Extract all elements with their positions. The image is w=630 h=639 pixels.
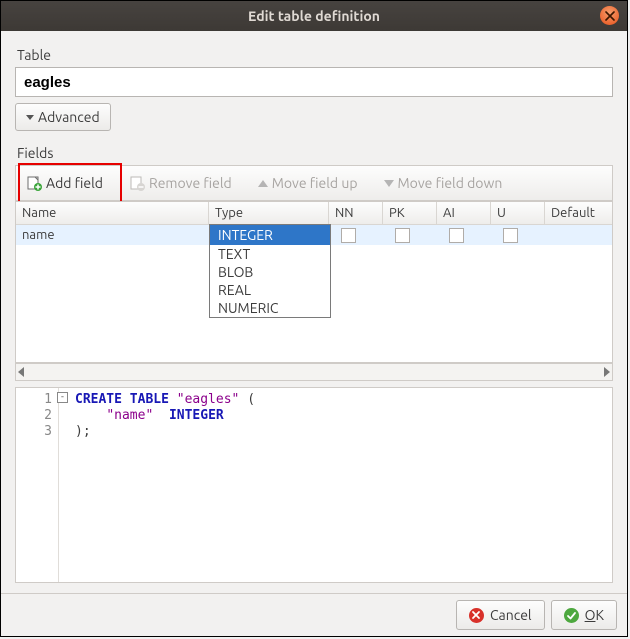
sql-indent: [75, 408, 106, 423]
fields-section-label: Fields: [17, 145, 611, 161]
sql-open: (: [239, 392, 255, 407]
col-header-type[interactable]: Type: [209, 202, 329, 224]
advanced-button[interactable]: Advanced: [15, 103, 111, 131]
sql-sp: [153, 408, 169, 423]
type-option-integer[interactable]: INTEGER: [210, 225, 330, 245]
add-field-icon: [26, 175, 42, 191]
window-title: Edit table definition: [1, 8, 627, 24]
type-dropdown[interactable]: INTEGER TEXT BLOB REAL NUMERIC: [209, 224, 331, 318]
ok-label: OK: [585, 607, 604, 623]
scroll-right-icon[interactable]: [604, 367, 610, 377]
remove-field-icon: [129, 175, 145, 191]
advanced-label: Advanced: [38, 109, 100, 125]
scroll-left-icon[interactable]: [18, 367, 24, 377]
kw-type: INTEGER: [169, 408, 224, 423]
ok-button[interactable]: OK: [551, 600, 617, 630]
type-option-blob[interactable]: BLOB: [210, 263, 330, 281]
titlebar: Edit table definition: [1, 1, 627, 31]
ok-icon: [564, 608, 579, 623]
move-up-label: Move field up: [272, 175, 358, 191]
col-header-default[interactable]: Default: [545, 202, 612, 224]
type-option-real[interactable]: REAL: [210, 281, 330, 299]
cancel-button[interactable]: Cancel: [456, 600, 545, 630]
kw-create: CREATE TABLE: [75, 392, 177, 407]
line-gutter: 1 2 3 -: [16, 388, 59, 582]
fields-grid[interactable]: Name Type NN PK AI U Default name INTEGE…: [15, 201, 613, 363]
move-up-button: Move field up: [250, 172, 366, 194]
type-option-text[interactable]: TEXT: [210, 245, 330, 263]
sql-field: "name": [106, 408, 153, 423]
arrow-up-icon: [258, 180, 268, 187]
col-header-pk[interactable]: PK: [383, 202, 437, 224]
nn-checkbox[interactable]: [341, 228, 356, 243]
cancel-label: Cancel: [490, 607, 532, 623]
col-header-ai[interactable]: AI: [437, 202, 491, 224]
remove-field-button: Remove field: [121, 172, 240, 194]
button-bar: Cancel OK: [1, 593, 627, 636]
close-icon[interactable]: [600, 6, 619, 25]
dialog-body: Table Advanced Fields Add field: [1, 31, 627, 593]
table-name-input[interactable]: [15, 67, 613, 97]
fold-icon[interactable]: -: [57, 392, 68, 403]
pk-checkbox[interactable]: [395, 228, 410, 243]
arrow-down-icon: [384, 180, 394, 187]
col-header-u[interactable]: U: [491, 202, 545, 224]
cell-default[interactable]: [545, 225, 612, 245]
move-down-label: Move field down: [398, 175, 503, 191]
sql-table-name: "eagles": [177, 392, 240, 407]
remove-field-label: Remove field: [149, 175, 232, 191]
add-field-button[interactable]: Add field: [18, 172, 111, 194]
sql-code[interactable]: CREATE TABLE "eagles" ( "name" INTEGER )…: [59, 388, 261, 582]
sql-close: );: [75, 424, 91, 439]
move-down-button: Move field down: [376, 172, 511, 194]
type-option-numeric[interactable]: NUMERIC: [210, 299, 330, 317]
fields-toolbar: Add field Remove field Move field up Mov…: [15, 165, 613, 201]
ai-checkbox[interactable]: [449, 228, 464, 243]
col-header-nn[interactable]: NN: [329, 202, 383, 224]
horizontal-scrollbar[interactable]: [15, 363, 613, 381]
dialog-window: Edit table definition Table Advanced Fie…: [0, 0, 628, 637]
sql-preview: 1 2 3 - CREATE TABLE "eagles" ( "name" I…: [15, 387, 613, 583]
col-header-name[interactable]: Name: [16, 202, 209, 224]
chevron-down-icon: [26, 115, 34, 120]
cell-field-name[interactable]: name: [16, 225, 209, 245]
table-section-label: Table: [17, 47, 611, 63]
grid-header: Name Type NN PK AI U Default: [16, 202, 612, 225]
add-field-label: Add field: [46, 175, 103, 191]
u-checkbox[interactable]: [503, 228, 518, 243]
cancel-icon: [469, 608, 484, 623]
